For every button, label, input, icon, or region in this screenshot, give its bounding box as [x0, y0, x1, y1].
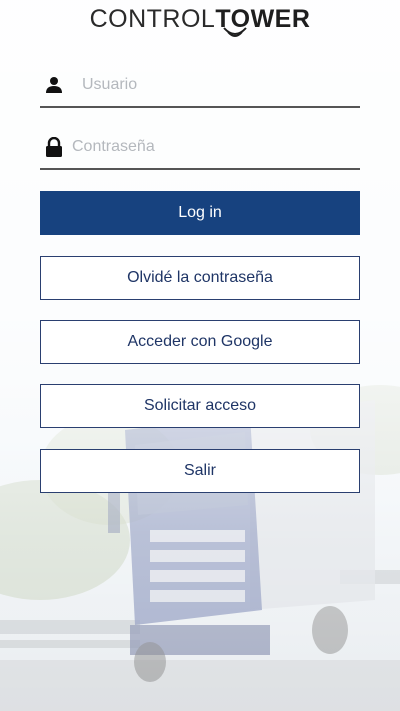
login-screen: CONTROLTOWER Log in Olvidé la contraseña…	[0, 0, 400, 711]
signal-waves-icon	[222, 27, 247, 37]
google-signin-button[interactable]: Acceder con Google	[40, 320, 360, 364]
app-logo: CONTROLTOWER	[0, 4, 400, 44]
username-input[interactable]	[82, 70, 352, 100]
user-icon	[42, 73, 66, 97]
password-input[interactable]	[72, 132, 342, 162]
request-access-button[interactable]: Solicitar acceso	[40, 384, 360, 428]
exit-button[interactable]: Salir	[40, 449, 360, 493]
logo-wordmark: CONTROLTOWER	[89, 4, 311, 37]
username-field	[40, 64, 360, 108]
lock-icon	[42, 135, 66, 159]
forgot-password-button[interactable]: Olvidé la contraseña	[40, 256, 360, 300]
login-button[interactable]: Log in	[40, 191, 360, 235]
password-field	[40, 126, 360, 170]
logo-text-light: CONTROL	[89, 5, 216, 33]
